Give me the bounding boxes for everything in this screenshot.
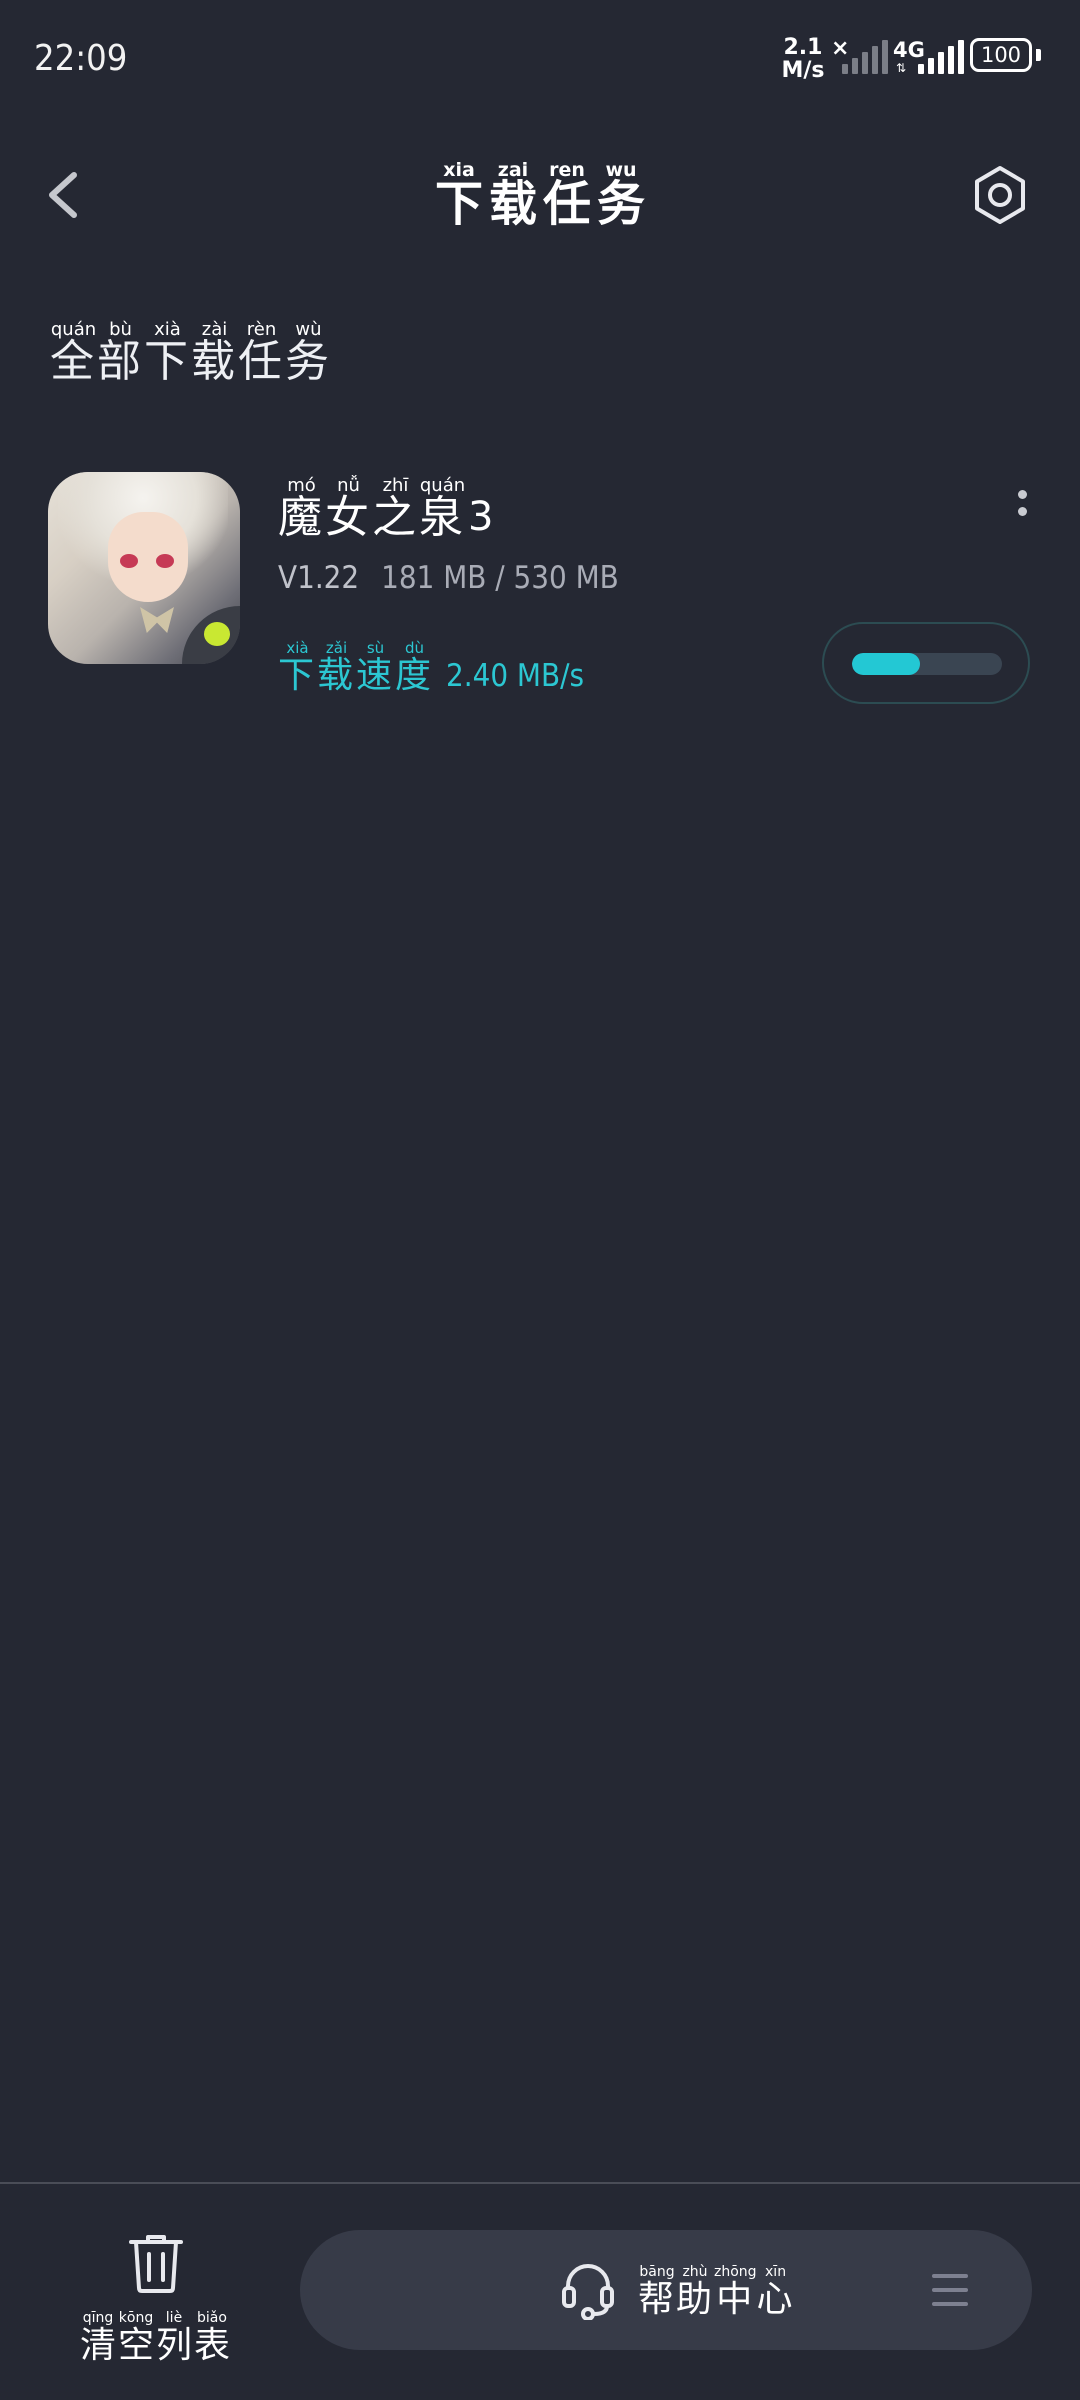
title-char: xia 下 bbox=[432, 160, 486, 228]
help-char: zhù 助 bbox=[676, 2262, 714, 2318]
app-icon-bow bbox=[140, 607, 174, 633]
title-char: ren 任 bbox=[540, 160, 594, 228]
name-char: zhī 之 bbox=[372, 476, 419, 540]
help-char: zhōng 中 bbox=[714, 2262, 757, 2318]
section-char: rèn 任 bbox=[238, 320, 285, 384]
hanzi: 心 bbox=[756, 2279, 793, 2320]
signal-bars-sim1-icon bbox=[842, 40, 888, 74]
hanzi: 载 bbox=[488, 176, 537, 232]
hanzi: 帮 bbox=[638, 2279, 675, 2320]
hexagon-settings-icon bbox=[975, 166, 1025, 224]
app-version: V1.22 bbox=[278, 560, 360, 596]
hanzi: 速 bbox=[356, 655, 393, 696]
clear-char: qīng 清 bbox=[79, 2308, 117, 2364]
hanzi: 下 bbox=[434, 176, 483, 232]
hanzi: 助 bbox=[676, 2279, 713, 2320]
hanzi: 载 bbox=[317, 655, 354, 696]
hanzi: 泉 bbox=[419, 492, 463, 543]
help-char: bāng 帮 bbox=[638, 2262, 676, 2318]
network-speed: 2.1 M/s bbox=[780, 36, 826, 82]
hanzi: 载 bbox=[191, 336, 235, 387]
network-speed-value: 2.1 bbox=[783, 35, 823, 60]
help-center-button[interactable]: bāng 帮 zhù 助 zhōng 中 xīn 心 bbox=[560, 2250, 795, 2330]
trash-icon bbox=[129, 2235, 183, 2293]
badge-dot bbox=[204, 622, 230, 646]
hanzi: 下 bbox=[278, 655, 315, 696]
hanzi: 务 bbox=[596, 176, 645, 232]
hanzi: 中 bbox=[716, 2279, 753, 2320]
section-char: quán 全 bbox=[50, 320, 97, 384]
battery-icon: 100 bbox=[970, 38, 1032, 72]
hanzi: 度 bbox=[395, 655, 432, 696]
app-icon-badge bbox=[182, 606, 240, 664]
hanzi: 务 bbox=[285, 336, 329, 387]
progress-fill bbox=[852, 653, 920, 675]
app-icon-eye bbox=[156, 554, 174, 568]
hanzi: 部 bbox=[97, 336, 141, 387]
menu-icon[interactable] bbox=[932, 2274, 968, 2306]
data-activity-icon: ⇅ bbox=[896, 61, 907, 75]
task-meta: V1.22 181 MB / 530 MB bbox=[278, 560, 619, 596]
speed-char: zǎi 载 bbox=[317, 638, 356, 694]
clear-list-button[interactable]: qīng 清 kōng 空 liè 列 biǎo 表 bbox=[70, 2232, 240, 2364]
more-options-button[interactable] bbox=[1010, 490, 1034, 534]
status-bar: 22:09 2.1 M/s × 4G ⇅ 100 bbox=[0, 0, 1080, 120]
hanzi: 之 bbox=[372, 492, 416, 543]
section-char: wù 务 bbox=[285, 320, 332, 384]
section-title: quán 全 bù 部 xià 下 zài 载 rèn 任 wù 务 bbox=[50, 320, 332, 384]
name-char: mó 魔 bbox=[278, 476, 325, 540]
dot-icon bbox=[1017, 490, 1027, 499]
app-name-suffix: 3 bbox=[468, 494, 494, 540]
bottom-divider bbox=[0, 2182, 1080, 2184]
hanzi: 下 bbox=[144, 336, 188, 387]
signal-bars-sim2-icon bbox=[918, 40, 964, 74]
app-icon-eye bbox=[120, 554, 138, 568]
speed-char: xià 下 bbox=[278, 638, 317, 694]
hanzi: 空 bbox=[117, 2325, 154, 2366]
title-char: zai 载 bbox=[486, 160, 540, 228]
speed-char: dù 度 bbox=[395, 638, 434, 694]
settings-button[interactable] bbox=[970, 165, 1030, 225]
battery-level: 100 bbox=[980, 43, 1022, 67]
network-speed-unit: M/s bbox=[781, 58, 825, 83]
headset-icon bbox=[562, 2264, 614, 2320]
hanzi: 魔 bbox=[278, 492, 322, 543]
help-bar: bāng 帮 zhù 助 zhōng 中 xīn 心 bbox=[300, 2230, 1032, 2350]
hanzi: 列 bbox=[155, 2325, 192, 2366]
name-char: quán 泉 bbox=[419, 476, 466, 540]
battery-tip bbox=[1036, 49, 1041, 61]
download-task-item[interactable]: mó 魔 nǚ 女 zhī 之 quán 泉 3 V1.22 181 MB / 530 M… bbox=[0, 460, 1080, 704]
progress-track bbox=[852, 653, 1002, 675]
section-char: bù 部 bbox=[97, 320, 144, 384]
section-char: zài 载 bbox=[191, 320, 238, 384]
section-char: xià 下 bbox=[144, 320, 191, 384]
download-size: 181 MB / 530 MB bbox=[381, 560, 619, 596]
speed-char: sù 速 bbox=[356, 638, 395, 694]
clear-char: kōng 空 bbox=[117, 2308, 155, 2364]
download-progress-button[interactable] bbox=[822, 622, 1030, 704]
status-time: 22:09 bbox=[34, 38, 128, 79]
app-icon bbox=[48, 472, 240, 664]
page-title: xia 下 zai 载 ren 任 wu 务 bbox=[0, 160, 1080, 228]
hanzi: 全 bbox=[50, 336, 94, 387]
download-speed-value: 2.40 MB/s bbox=[446, 658, 585, 694]
clear-char: liè 列 bbox=[155, 2308, 193, 2364]
help-char: xīn 心 bbox=[757, 2262, 795, 2318]
hanzi: 任 bbox=[542, 176, 591, 232]
hanzi: 女 bbox=[325, 492, 369, 543]
hanzi: 任 bbox=[238, 336, 282, 387]
name-char: nǚ 女 bbox=[325, 476, 372, 540]
hanzi: 清 bbox=[79, 2325, 116, 2366]
clear-char: biǎo 表 bbox=[193, 2308, 231, 2364]
app-name: mó 魔 nǚ 女 zhī 之 quán 泉 3 bbox=[278, 476, 494, 541]
download-speed: xià 下 zǎi 载 sù 速 dù 度 2.40 MB/s bbox=[278, 638, 584, 694]
hanzi: 表 bbox=[193, 2325, 230, 2366]
dot-icon bbox=[1017, 507, 1027, 516]
title-char: wu 务 bbox=[594, 160, 648, 228]
